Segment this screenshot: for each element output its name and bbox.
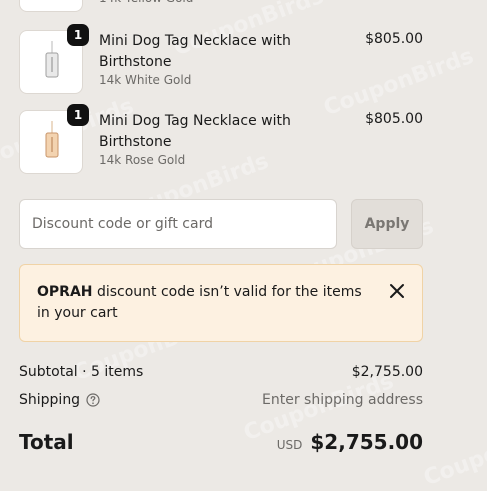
quantity-badge: 1	[67, 104, 89, 126]
close-icon[interactable]	[388, 282, 406, 300]
apply-button[interactable]: Apply	[351, 199, 423, 249]
shipping-value: Enter shipping address	[262, 392, 423, 408]
shipping-label: Shipping	[19, 392, 81, 408]
discount-field[interactable]	[19, 199, 337, 249]
line-item: 14k Yellow Gold	[19, 0, 423, 14]
pendant-image	[45, 121, 59, 158]
product-image	[19, 0, 83, 12]
subtotal-value: $2,755.00	[351, 364, 423, 380]
quantity-badge: 1	[67, 24, 89, 46]
item-price: $805.00	[365, 31, 423, 47]
pendant-image	[45, 41, 59, 78]
alert-message: OPRAH discount code isn’t valid for the …	[37, 282, 367, 324]
line-item: 1 Mini Dog Tag Necklace with Birthstone …	[19, 24, 423, 96]
item-variant: 14k Yellow Gold	[99, 0, 193, 5]
item-name: Mini Dog Tag Necklace with Birthstone	[99, 113, 291, 150]
question-circle-icon[interactable]	[86, 393, 100, 407]
item-variant: 14k Rose Gold	[99, 153, 186, 167]
currency-code: USD	[276, 438, 303, 452]
total-label: Total	[19, 430, 74, 454]
item-variant: 14k White Gold	[99, 73, 192, 87]
discount-input[interactable]	[20, 200, 336, 248]
item-name: Mini Dog Tag Necklace with Birthstone	[99, 33, 291, 70]
discount-code: OPRAH	[37, 284, 93, 300]
discount-error-alert: OPRAH discount code isn’t valid for the …	[19, 264, 423, 342]
line-item: 1 Mini Dog Tag Necklace with Birthstone …	[19, 104, 423, 176]
total-amount-group: USD $2,755.00	[277, 430, 423, 454]
total-value: $2,755.00	[310, 430, 423, 454]
item-price: $805.00	[365, 111, 423, 127]
shipping-label-wrap: Shipping	[19, 392, 100, 408]
subtotal-label: Subtotal · 5 items	[19, 364, 144, 380]
watermark: CouponBirds	[420, 413, 487, 491]
